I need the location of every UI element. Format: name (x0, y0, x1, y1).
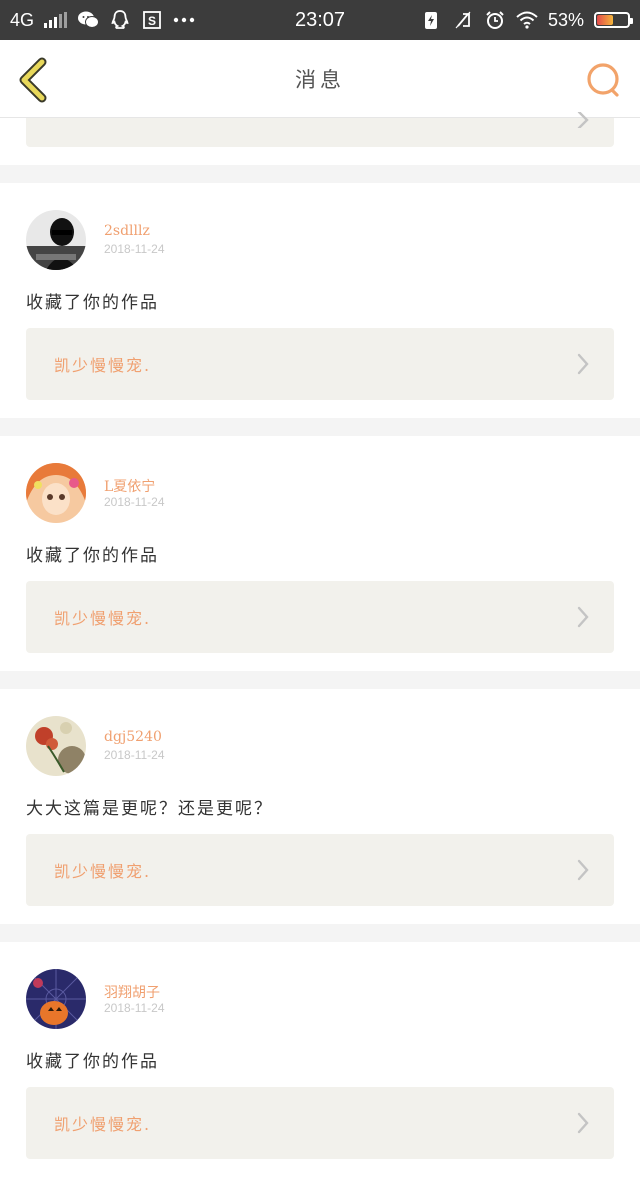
work-title: 凯少慢慢宠. (54, 356, 152, 375)
username[interactable]: L夏依宁 (104, 476, 155, 496)
message-card: 羽翔胡子 2018-11-24 收藏了你的作品 凯少慢慢宠. (0, 942, 640, 1177)
status-left: 4G S (10, 9, 195, 31)
wifi-icon (516, 9, 538, 31)
avatar[interactable] (26, 969, 86, 1029)
signal-icon (44, 12, 68, 28)
message-card: dgj5240 2018-11-24 大大这篇是更呢？还是更呢？ 凯少慢慢宠. (0, 689, 640, 924)
app-header: 消息 (0, 40, 640, 118)
avatar[interactable] (26, 716, 86, 776)
work-title: 凯少慢慢宠. (54, 862, 152, 881)
username[interactable]: dgj5240 (104, 729, 162, 745)
avatar[interactable] (26, 210, 86, 270)
username[interactable]: 2sdlllz (104, 223, 150, 239)
message-date: 2018-11-24 (104, 748, 165, 762)
work-link[interactable]: 凯少慢慢宠. (26, 834, 614, 906)
work-title: 凯少慢慢宠. (54, 1115, 152, 1134)
battery-saver-icon (420, 9, 442, 31)
separator (0, 418, 640, 436)
message-card: 2sdlllz 2018-11-24 收藏了你的作品 凯少慢慢宠. (0, 183, 640, 418)
qq-icon (109, 9, 131, 31)
status-bar: 4G S 23:07 53% (0, 0, 640, 40)
battery-icon (594, 12, 633, 28)
message-text: 收藏了你的作品 (26, 546, 159, 566)
message-text: 收藏了你的作品 (26, 293, 159, 313)
message-text: 大大这篇是更呢？还是更呢？ (26, 799, 273, 819)
user-row: 2sdlllz 2018-11-24 (26, 183, 614, 270)
alarm-icon (484, 9, 506, 31)
separator (0, 165, 640, 183)
search-icon (587, 63, 619, 97)
partial-message-card (0, 112, 640, 165)
page-title: 消息 (295, 68, 345, 92)
message-date: 2018-11-24 (104, 242, 165, 256)
status-right: 53% (420, 9, 633, 31)
separator (0, 671, 640, 689)
more-dots-icon (173, 9, 195, 31)
username[interactable]: 羽翔胡子 (104, 982, 160, 1002)
work-link[interactable]: 凯少慢慢宠. (26, 581, 614, 653)
chevron-right-icon (577, 859, 589, 881)
svg-text:S: S (148, 14, 156, 28)
wechat-icon (77, 9, 100, 31)
vibrate-off-icon (452, 9, 474, 31)
message-date: 2018-11-24 (104, 1001, 165, 1015)
user-row: 羽翔胡子 2018-11-24 (26, 942, 614, 1029)
work-link[interactable]: 凯少慢慢宠. (26, 328, 614, 400)
partial-work-link[interactable] (26, 112, 614, 147)
work-title: 凯少慢慢宠. (54, 609, 152, 628)
user-row: dgj5240 2018-11-24 (26, 689, 614, 776)
battery-percent: 53% (547, 9, 584, 30)
message-card: L夏依宁 2018-11-24 收藏了你的作品 凯少慢慢宠. (0, 436, 640, 671)
chevron-right-icon (577, 606, 589, 628)
chevron-right-icon (577, 1112, 589, 1134)
s-app-icon: S (141, 9, 163, 31)
work-link[interactable]: 凯少慢慢宠. (26, 1087, 614, 1159)
separator (0, 924, 640, 942)
network-type: 4G (10, 9, 35, 30)
message-text: 收藏了你的作品 (26, 1052, 159, 1072)
message-feed[interactable]: 2sdlllz 2018-11-24 收藏了你的作品 凯少慢慢宠. L夏依宁 2… (0, 112, 640, 1177)
avatar[interactable] (26, 463, 86, 523)
battery-level-fill (597, 15, 613, 25)
user-row: L夏依宁 2018-11-24 (26, 436, 614, 523)
search-button[interactable] (584, 60, 624, 100)
chevron-right-icon (577, 353, 589, 375)
chevron-right-icon (577, 112, 589, 128)
message-date: 2018-11-24 (104, 495, 165, 509)
